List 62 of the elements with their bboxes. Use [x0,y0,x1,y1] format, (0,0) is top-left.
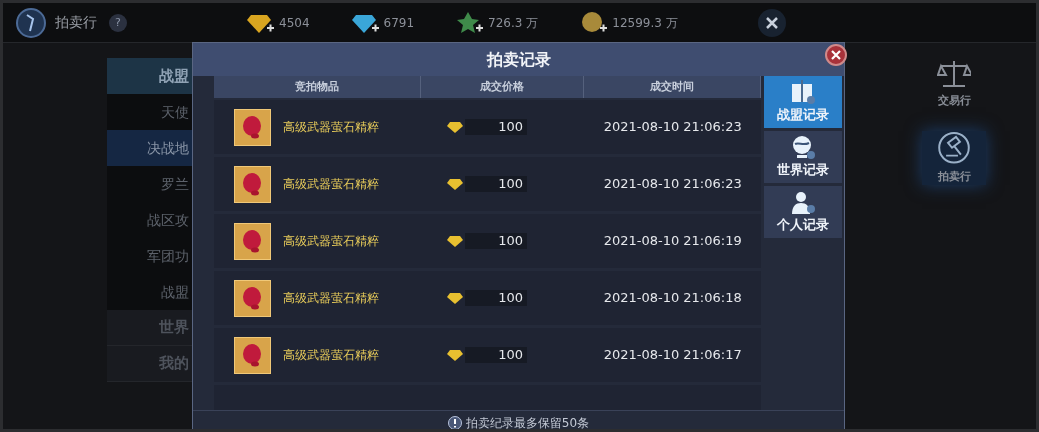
price: 100 [465,290,527,306]
crystal-icon [456,10,485,35]
column-header: 成交价格 [421,76,584,98]
menu-item[interactable]: 决战地 [107,130,193,166]
menu-item[interactable]: 战区攻 [107,202,193,238]
menu-item[interactable]: 天使 [107,94,193,130]
menu-item[interactable]: 军团功 [107,238,193,274]
item-name: 高级武器萤石精粹 [283,176,379,193]
price: 100 [465,176,527,192]
currency-amount: 6791 [383,14,415,32]
coin-icon [580,10,609,35]
ruby-item-icon [234,279,271,317]
deal-time: 2021-08-10 21:06:23 [602,175,743,194]
close-button[interactable] [757,8,786,37]
column-header: 竞拍物品 [214,76,421,98]
retention-note: 拍卖纪录最多保留50条 [465,414,590,429]
help-button[interactable]: ? [109,13,127,32]
record-tab[interactable]: 战盟记录 [764,76,842,128]
currency-amount: 12599.3 万 [612,14,678,32]
menu-group[interactable]: 战盟 [107,58,193,94]
deal-time: 2021-08-10 21:06:19 [602,232,743,251]
close-icon [765,16,778,29]
record-tab[interactable]: 世界记录 [764,131,842,183]
ruby-item-icon [234,108,271,146]
gem-icon [447,291,463,305]
record-tab[interactable]: 个人记录 [764,186,842,238]
currency-amount: 726.3 万 [488,14,539,32]
gem-icon [447,234,463,248]
menu-group[interactable]: 世界 [107,310,193,346]
dialog-title: 拍卖记录 [486,48,551,71]
person-icon [789,189,818,216]
info-icon [447,415,462,429]
nav-tab[interactable]: 拍卖行 [922,131,986,185]
item-name: 高级武器萤石精粹 [283,233,379,250]
nav-tab-label: 交易行 [937,92,971,109]
menu-group[interactable]: 我的 [107,346,193,382]
deal-time: 2021-08-10 21:06:23 [602,118,743,137]
ruby-item-icon [234,222,271,260]
nav-tab-label: 拍卖行 [937,168,971,185]
page-title: 拍卖行 [55,13,97,32]
price: 100 [465,347,527,363]
deal-time: 2021-08-10 21:06:18 [602,289,743,308]
item-name: 高级武器萤石精粹 [283,290,379,307]
gem-icon [447,177,463,191]
currency-amount: 4504 [279,14,310,32]
price: 100 [465,119,527,135]
column-header: 成交时间 [584,76,762,98]
emblem-icon [15,6,47,39]
gem-icon [447,348,463,362]
close-icon [831,50,841,60]
price: 100 [465,233,527,249]
scales-icon [937,58,971,89]
nav-tab[interactable]: 交易行 [922,57,986,111]
item-name: 高级武器萤石精粹 [283,119,379,136]
gem-icon [447,120,463,134]
gavel-icon [937,131,971,165]
ruby-item-icon [234,336,271,374]
ruby-item-icon [234,165,271,203]
menu-item[interactable]: 罗兰 [107,166,193,202]
menu-item[interactable]: 战盟 [107,274,193,310]
item-name: 高级武器萤石精粹 [283,347,379,364]
deal-time: 2021-08-10 21:06:17 [602,346,743,365]
